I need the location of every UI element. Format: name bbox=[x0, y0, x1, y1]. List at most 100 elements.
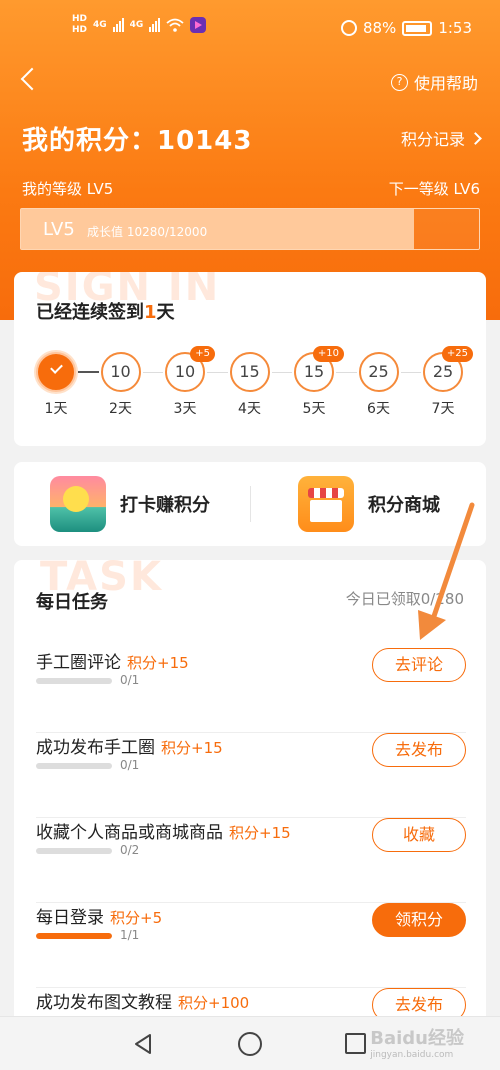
alarm-icon bbox=[340, 20, 357, 36]
day-circle: 10 bbox=[100, 352, 141, 392]
clock: 1:53 bbox=[438, 19, 472, 37]
signal-icon bbox=[112, 18, 124, 32]
sign-in-title: 已经连续签到1天 bbox=[36, 298, 175, 324]
progress-level: LV5 bbox=[43, 219, 75, 240]
level-progress-fill bbox=[21, 209, 414, 249]
task-name: 手工圈评论 积分+15 bbox=[36, 648, 189, 673]
chevron-right-icon bbox=[469, 131, 482, 145]
day-circle bbox=[36, 352, 76, 392]
day-points: 25 bbox=[432, 362, 454, 381]
next-level: 下一等级 LV6 bbox=[388, 180, 480, 198]
sign-in-days: 1天 10 2天 10 +5 3天 15 4天 15 +10 5天 25 6天 25 +25 7天 bbox=[34, 346, 474, 422]
day-bonus-badge: +5 bbox=[190, 346, 215, 362]
day-circle: 15 bbox=[229, 352, 270, 392]
actions-card: 打卡赚积分 积分商城 bbox=[14, 462, 486, 546]
task-progress-count: 0/1 bbox=[120, 758, 140, 772]
day-connector bbox=[400, 372, 421, 373]
points-mall-button[interactable]: 积分商城 bbox=[298, 474, 440, 534]
task-action-button[interactable]: 收藏 bbox=[372, 818, 466, 852]
day-label: 7天 bbox=[431, 401, 455, 417]
hd-badge: HD bbox=[72, 25, 88, 35]
day-circle: 25 bbox=[358, 352, 399, 392]
day-label: 6天 bbox=[367, 401, 390, 417]
wifi-icon bbox=[166, 18, 184, 32]
task-progress-bar bbox=[36, 933, 112, 939]
battery-percent: 88% bbox=[362, 19, 397, 37]
task-action-button[interactable]: 领积分 bbox=[372, 903, 466, 937]
day-label: 1天 bbox=[44, 401, 68, 417]
sign-in-title-prefix: 已经连续签到 bbox=[36, 302, 144, 323]
help-label: 使用帮助 bbox=[413, 74, 478, 93]
divider bbox=[250, 486, 251, 522]
task-title: 每日登录 bbox=[36, 908, 104, 928]
question-icon: ? bbox=[390, 73, 408, 91]
day-points: 15 bbox=[239, 362, 260, 381]
sunset-icon bbox=[50, 476, 106, 532]
sign-in-day[interactable]: 25 +25 7天 bbox=[421, 346, 473, 418]
task-action-button[interactable]: 去评论 bbox=[372, 648, 466, 682]
task-row: 收藏个人商品或商城商品 积分+15 0/2 收藏 bbox=[36, 818, 466, 903]
checkin-earn-label: 打卡赚积分 bbox=[120, 495, 210, 516]
task-progress-bar bbox=[36, 678, 112, 684]
day-label: 4天 bbox=[238, 401, 261, 417]
network-type: 4G bbox=[129, 19, 144, 30]
sign-in-title-suffix: 天 bbox=[156, 302, 175, 323]
task-title: 收藏个人商品或商城商品 bbox=[36, 823, 223, 843]
task-progress-count: 1/1 bbox=[120, 928, 140, 942]
sign-in-day[interactable]: 10 +5 3天 bbox=[163, 346, 215, 418]
sign-in-day[interactable]: 25 6天 bbox=[357, 352, 401, 418]
day-connector bbox=[207, 372, 228, 373]
task-points: 积分+15 bbox=[229, 824, 291, 842]
battery-icon bbox=[402, 20, 433, 36]
watermark-brand: Baidu经验 bbox=[370, 1028, 464, 1049]
task-progress-count: 0/2 bbox=[120, 843, 140, 857]
sign-in-day[interactable]: 1天 bbox=[34, 352, 78, 418]
streak-count: 1 bbox=[144, 302, 157, 323]
day-bonus-badge: +10 bbox=[312, 346, 344, 362]
level-progress-bar: LV5 成长值 10280/12000 bbox=[20, 208, 480, 250]
task-points: 积分+15 bbox=[127, 654, 189, 672]
nav-home-icon[interactable] bbox=[238, 1032, 262, 1056]
daily-tasks-title: 每日任务 bbox=[36, 592, 108, 613]
hd-badges: HD HD bbox=[72, 14, 87, 36]
task-name: 成功发布图文教程 积分+100 bbox=[36, 988, 249, 1013]
points-total: 我的积分：10143 bbox=[22, 126, 253, 156]
checkin-earn-button[interactable]: 打卡赚积分 bbox=[50, 474, 210, 534]
sign-in-day[interactable]: 15 +10 5天 bbox=[292, 346, 344, 418]
sign-in-day[interactable]: 10 2天 bbox=[99, 352, 143, 418]
day-bonus-badge: +25 bbox=[441, 346, 473, 362]
day-circle: 15 +10 bbox=[294, 346, 344, 392]
day-points: 25 bbox=[368, 362, 389, 381]
task-title: 成功发布手工圈 bbox=[36, 738, 155, 758]
daily-tasks-card: TASK 每日任务 今日已领取0/280 手工圈评论 积分+15 0/1 去评论 成功发… bbox=[14, 560, 486, 1040]
task-row: 手工圈评论 积分+15 0/1 去评论 bbox=[36, 648, 466, 733]
nav-recent-icon[interactable] bbox=[345, 1033, 366, 1054]
task-row: 每日登录 积分+5 1/1 领积分 bbox=[36, 903, 466, 988]
nav-back-icon[interactable] bbox=[132, 1033, 154, 1055]
day-connector bbox=[78, 371, 99, 373]
day-circle: 10 +5 bbox=[165, 346, 215, 392]
today-claimed: 今日已领取0/280 bbox=[345, 590, 464, 608]
day-label: 3天 bbox=[173, 401, 197, 417]
task-progress-count: 0/1 bbox=[120, 673, 140, 687]
task-title: 手工圈评论 bbox=[36, 653, 121, 673]
sign-in-day[interactable]: 15 4天 bbox=[228, 352, 272, 418]
task-name: 每日登录 积分+5 bbox=[36, 903, 162, 928]
help-link[interactable]: ? 使用帮助 bbox=[390, 70, 478, 94]
current-level: 我的等级 LV5 bbox=[22, 180, 114, 198]
task-row: 成功发布手工圈 积分+15 0/1 去发布 bbox=[36, 733, 466, 818]
task-points: 积分+100 bbox=[178, 994, 250, 1012]
task-progress-bar bbox=[36, 763, 112, 769]
day-connector bbox=[336, 372, 357, 373]
day-points: 15 bbox=[303, 362, 325, 381]
points-records-link[interactable]: 积分记录 bbox=[401, 126, 482, 150]
task-title: 成功发布图文教程 bbox=[36, 993, 172, 1013]
task-name: 成功发布手工圈 积分+15 bbox=[36, 733, 223, 758]
task-progress-bar bbox=[36, 848, 112, 854]
task-action-button[interactable]: 去发布 bbox=[372, 733, 466, 767]
back-button[interactable] bbox=[16, 64, 42, 94]
day-label: 2天 bbox=[109, 401, 132, 417]
task-progress-fill bbox=[36, 933, 112, 939]
network-type: 4G bbox=[93, 19, 107, 30]
signal-icon bbox=[149, 18, 161, 32]
